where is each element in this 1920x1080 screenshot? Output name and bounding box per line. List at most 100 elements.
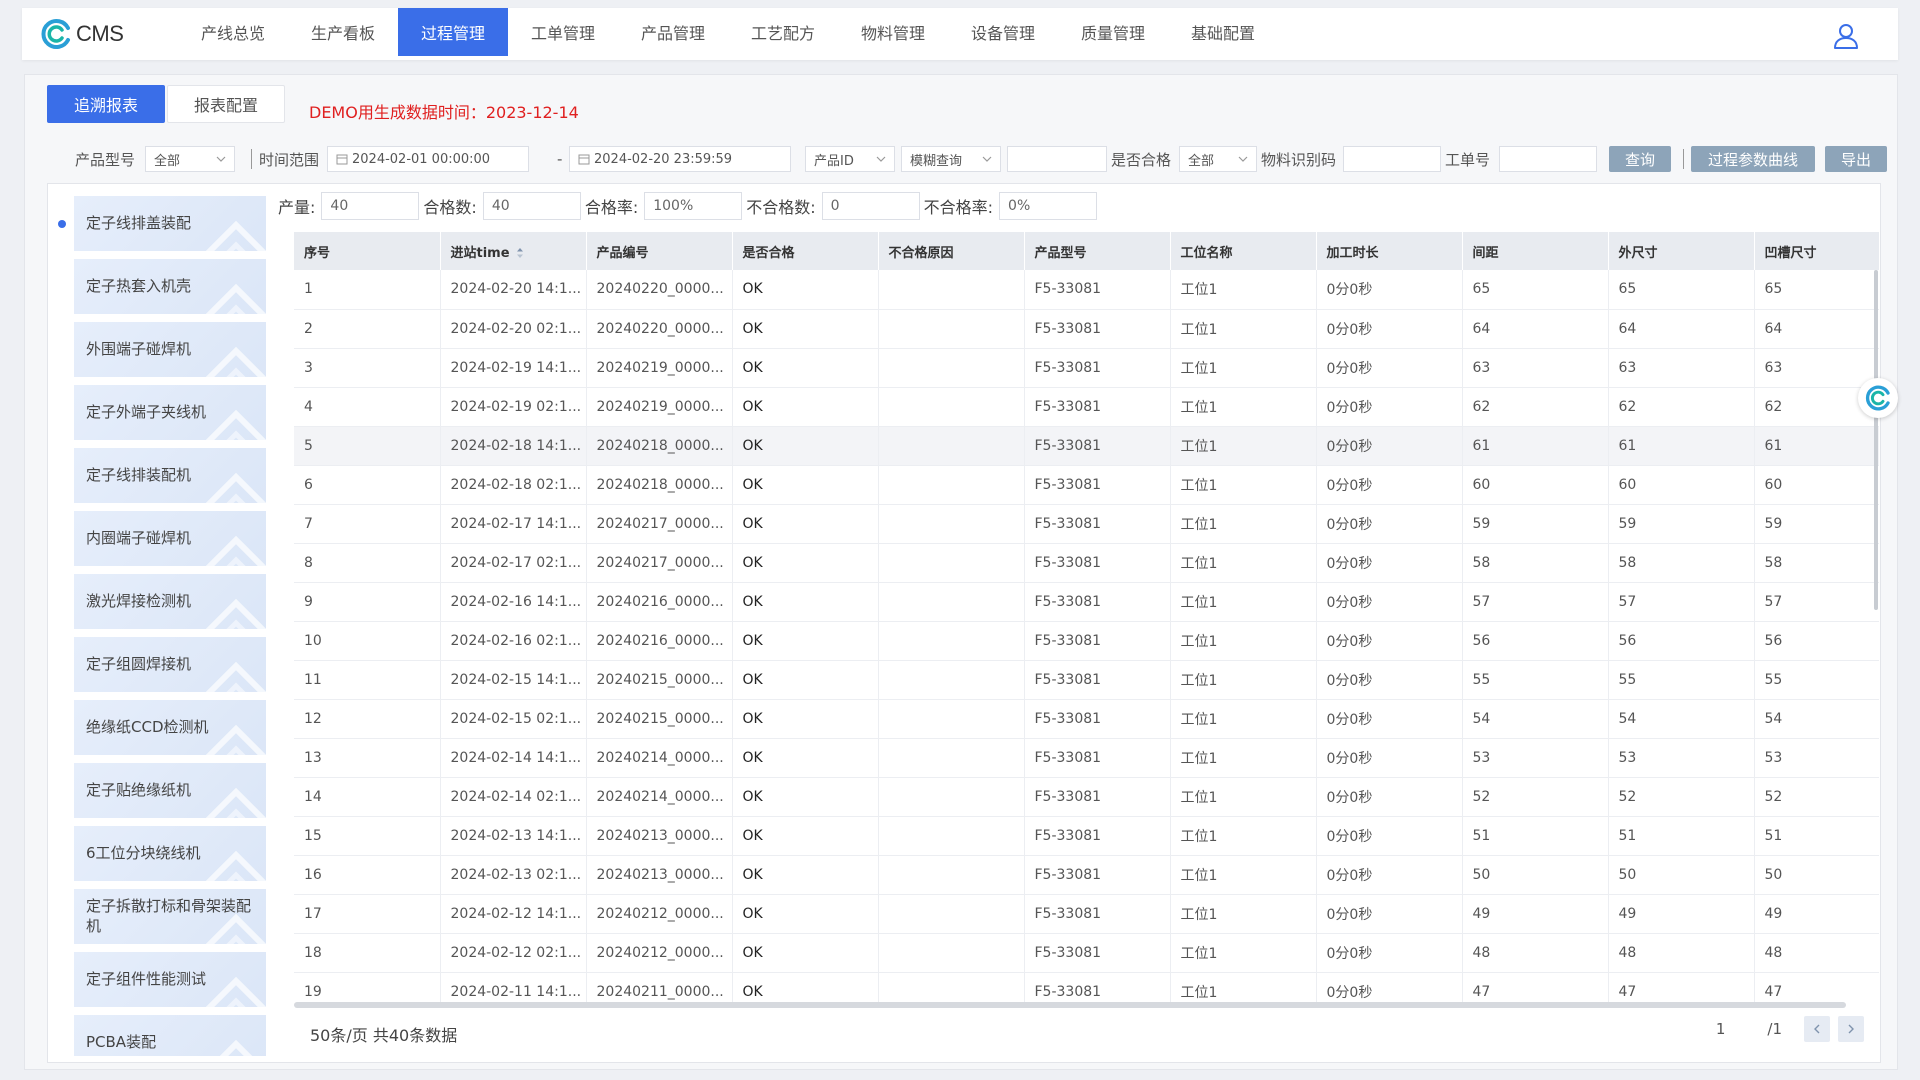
table-row[interactable]: 6 2024-02-18 02:1... 20240218_0000... OK F5-…	[294, 465, 1879, 505]
table-cell: 2024-02-20 02:1...	[440, 309, 587, 349]
table-cell: 60	[1462, 465, 1609, 505]
table-cell: 60	[1608, 465, 1755, 505]
next-page-button[interactable]	[1838, 1016, 1864, 1042]
column-header: 外尺寸	[1608, 232, 1755, 270]
column-header: 凹槽尺寸	[1754, 232, 1879, 270]
table-row[interactable]: 10 2024-02-16 02:1... 20240216_0000... OK F5…	[294, 621, 1879, 661]
table-cell: 54	[1754, 699, 1879, 739]
station-item-label: 绝缘纸CCD检测机	[86, 717, 209, 736]
horizontal-scrollbar[interactable]	[294, 1002, 1846, 1008]
station-item[interactable]: 定子线排装配机	[74, 448, 266, 503]
floating-assistant-button[interactable]	[1858, 378, 1898, 418]
current-page[interactable]: 1	[1716, 1020, 1726, 1038]
pass-rate-label: 合格率:	[584, 198, 639, 217]
table-row[interactable]: 3 2024-02-19 14:1... 20240219_0000... OK F5-…	[294, 348, 1879, 388]
app-logo[interactable]: CMS	[38, 16, 124, 52]
table-cell: 47	[1608, 972, 1755, 1002]
station-item[interactable]: 外围端子碰焊机	[74, 322, 266, 377]
table-row[interactable]: 15 2024-02-13 14:1... 20240213_0000... OK F5…	[294, 816, 1879, 856]
table-row[interactable]: 4 2024-02-19 02:1... 20240219_0000... OK F5-…	[294, 387, 1879, 427]
station-item[interactable]: 定子热套入机壳	[74, 259, 266, 314]
table-cell: 0分0秒	[1316, 582, 1463, 622]
table-row[interactable]: 2 2024-02-20 02:1... 20240220_0000... OK F5-…	[294, 309, 1879, 349]
table-cell: 0分0秒	[1316, 504, 1463, 544]
nav-item[interactable]: 工单管理	[508, 8, 618, 56]
nav-item[interactable]: 产品管理	[618, 8, 728, 56]
query-button[interactable]: 查询	[1609, 146, 1671, 172]
table-cell: 50	[1462, 855, 1609, 895]
station-item[interactable]: 激光焊接检测机	[74, 574, 266, 629]
station-item[interactable]: 定子组圆焊接机	[74, 637, 266, 692]
table-row[interactable]: 9 2024-02-16 14:1... 20240216_0000... OK F5-…	[294, 582, 1879, 622]
nav-item[interactable]: 物料管理	[838, 8, 948, 56]
trace-table-container: 序号 进站time 产品编号 是否合格 不合格原因 产品型号 工位名称 加工时长 间距 外尺寸 凹槽…	[294, 232, 1879, 1002]
tab-report-config[interactable]: 报表配置	[167, 85, 285, 123]
column-header-label: 是否合格	[742, 245, 795, 261]
table-cell: 2024-02-18 14:1...	[440, 426, 587, 466]
station-item[interactable]: 定子组件性能测试	[74, 952, 266, 1007]
vertical-scrollbar[interactable]	[1874, 270, 1878, 610]
station-item[interactable]: 绝缘纸CCD检测机	[74, 700, 266, 755]
product-id-select[interactable]: 产品ID	[805, 146, 895, 172]
table-row[interactable]: 17 2024-02-12 14:1... 20240212_0000... OK F5…	[294, 894, 1879, 934]
table-cell: 20240217_0000...	[586, 543, 733, 583]
process-curve-button[interactable]: 过程参数曲线	[1691, 146, 1815, 172]
table-cell: 工位1	[1170, 621, 1317, 661]
table-cell: 2024-02-19 14:1...	[440, 348, 587, 388]
station-item[interactable]: 内圈端子碰焊机	[74, 511, 266, 566]
nav-item[interactable]: 基础配置	[1168, 8, 1278, 56]
column-header[interactable]: 进站time	[440, 232, 587, 270]
nav-item[interactable]: 设备管理	[948, 8, 1058, 56]
table-row[interactable]: 14 2024-02-14 02:1... 20240214_0000... OK F5…	[294, 777, 1879, 817]
table-cell: F5-33081	[1024, 270, 1171, 310]
export-button[interactable]: 导出	[1825, 146, 1887, 172]
table-cell: 20240213_0000...	[586, 855, 733, 895]
table-cell: 64	[1462, 309, 1609, 349]
table-row[interactable]: 5 2024-02-18 14:1... 20240218_0000... OK F5-…	[294, 426, 1879, 466]
table-row[interactable]: 16 2024-02-13 02:1... 20240213_0000... OK F5…	[294, 855, 1879, 895]
table-cell: F5-33081	[1024, 933, 1171, 973]
table-cell: 64	[1608, 309, 1755, 349]
table-row[interactable]: 13 2024-02-14 14:1... 20240214_0000... OK F5…	[294, 738, 1879, 778]
fuzzy-query-select[interactable]: 模糊查询	[901, 146, 1001, 172]
nav-item[interactable]: 过程管理	[398, 8, 508, 56]
station-item[interactable]: 定子贴绝缘纸机	[74, 763, 266, 818]
product-id-input[interactable]	[1007, 146, 1107, 172]
work-order-label: 工单号	[1445, 150, 1491, 169]
prev-page-button[interactable]	[1804, 1016, 1830, 1042]
table-cell	[878, 465, 1025, 505]
table-cell: 51	[1462, 816, 1609, 856]
table-row[interactable]: 19 2024-02-11 14:1... 20240211_0000... OK F5…	[294, 972, 1879, 1002]
station-item[interactable]: 定子外端子夹线机	[74, 385, 266, 440]
table-cell: 20240217_0000...	[586, 504, 733, 544]
table-cell: 2024-02-17 14:1...	[440, 504, 587, 544]
material-code-input[interactable]	[1343, 146, 1441, 172]
selected-indicator	[58, 220, 66, 228]
nav-item[interactable]: 工艺配方	[728, 8, 838, 56]
sort-icon[interactable]	[516, 247, 524, 259]
start-time-input[interactable]: 2024-02-01 00:00:00	[327, 146, 529, 172]
nav-item[interactable]: 质量管理	[1058, 8, 1168, 56]
table-cell	[878, 855, 1025, 895]
station-item[interactable]: PCBA装配	[74, 1015, 266, 1056]
qualified-select[interactable]: 全部	[1179, 146, 1257, 172]
station-item[interactable]: 定子拆散打标和骨架装配机	[74, 889, 266, 944]
work-order-input[interactable]	[1499, 146, 1597, 172]
station-item[interactable]: 6工位分块绕线机	[74, 826, 266, 881]
pass-count-value: 40	[482, 192, 581, 220]
table-cell: 50	[1608, 855, 1755, 895]
table-row[interactable]: 1 2024-02-20 14:1... 20240220_0000... OK F5-…	[294, 270, 1879, 310]
table-row[interactable]: 12 2024-02-15 02:1... 20240215_0000... OK F5…	[294, 699, 1879, 739]
nav-item[interactable]: 产线总览	[178, 8, 288, 56]
station-item[interactable]: 定子线排盖装配	[74, 196, 266, 251]
end-time-input[interactable]: 2024-02-20 23:59:59	[569, 146, 791, 172]
table-row[interactable]: 11 2024-02-15 14:1... 20240215_0000... OK F5…	[294, 660, 1879, 700]
nav-item[interactable]: 生产看板	[288, 8, 398, 56]
tab-trace-report[interactable]: 追溯报表	[47, 85, 165, 123]
table-cell: 0分0秒	[1316, 972, 1463, 1002]
user-icon[interactable]	[1832, 22, 1860, 50]
table-row[interactable]: 8 2024-02-17 02:1... 20240217_0000... OK F5-…	[294, 543, 1879, 583]
table-row[interactable]: 18 2024-02-12 02:1... 20240212_0000... OK F5…	[294, 933, 1879, 973]
table-row[interactable]: 7 2024-02-17 14:1... 20240217_0000... OK F5-…	[294, 504, 1879, 544]
product-model-select[interactable]: 全部	[145, 146, 235, 172]
